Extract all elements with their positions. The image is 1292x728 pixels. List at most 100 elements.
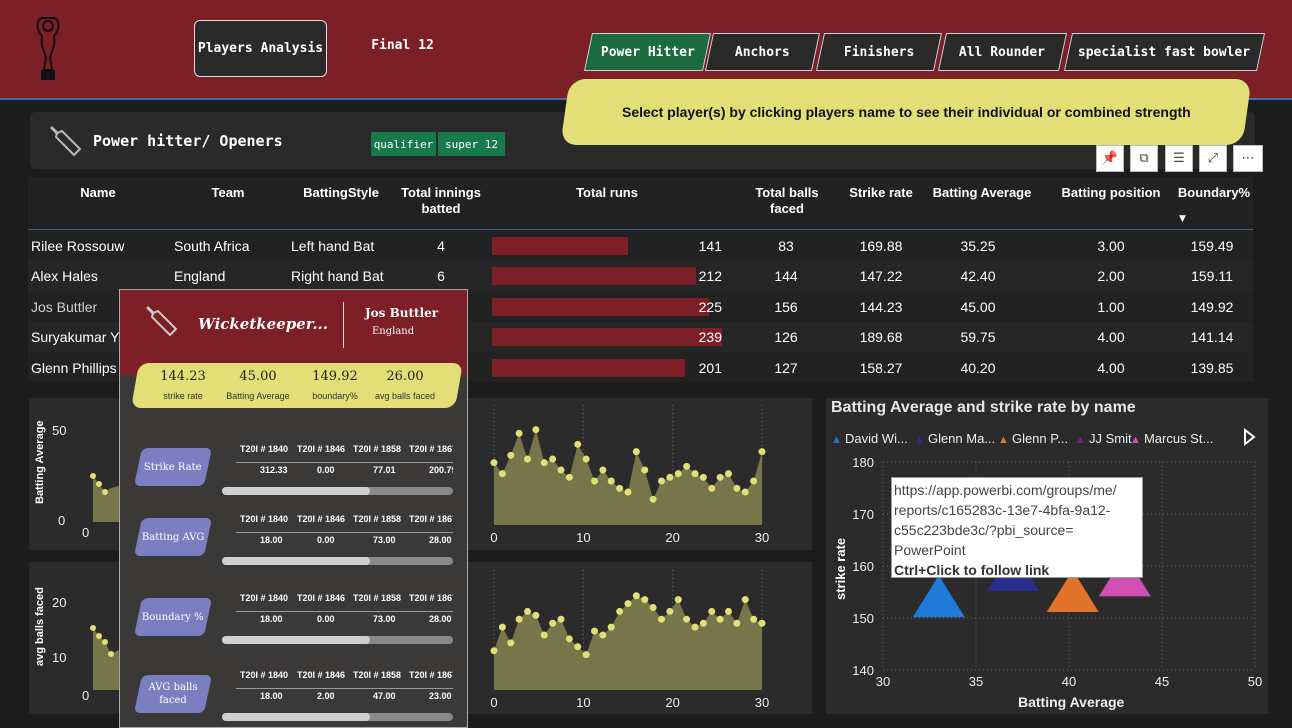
chip-qualifier[interactable]: qualifier bbox=[371, 132, 436, 156]
match-header: T20I # 1858 bbox=[353, 670, 402, 680]
player-name-cell[interactable]: Glenn Phillips bbox=[31, 360, 117, 376]
player-name-cell[interactable]: Jos Buttler bbox=[31, 299, 97, 315]
x-tick: 0 bbox=[82, 525, 90, 540]
match-header: T20I # 1867 bbox=[409, 670, 453, 680]
col-header-innings[interactable]: Total innings batted bbox=[398, 185, 484, 217]
data-point bbox=[691, 470, 699, 478]
avg-balls-faced-axis-label: avg balls faced bbox=[34, 587, 46, 666]
col-header-batting-position[interactable]: Batting position bbox=[1058, 185, 1164, 201]
left-top-sparkline bbox=[90, 473, 119, 522]
legend-item[interactable]: ▲ Glenn Ma... bbox=[914, 431, 995, 446]
tab-anchors[interactable]: Anchors bbox=[704, 33, 821, 71]
col-header-name[interactable]: Name bbox=[58, 185, 138, 201]
copy-icon[interactable]: ⧉ bbox=[1130, 145, 1158, 172]
col-header-batting-average[interactable]: Batting Average bbox=[927, 185, 1037, 201]
runs-bar bbox=[492, 267, 696, 285]
chip-super-12[interactable]: super 12 bbox=[438, 132, 505, 156]
batting-position-cell: 3.00 bbox=[1097, 238, 1125, 254]
y-tick: 160 bbox=[852, 559, 874, 574]
data-point bbox=[498, 623, 506, 631]
tab-specialist-fast-bowler[interactable]: specialist fast bowler bbox=[1063, 33, 1266, 71]
x-tick: 45 bbox=[1155, 674, 1169, 689]
pin-icon[interactable]: 📌 bbox=[1096, 145, 1124, 172]
match-header: T20I # 1846 bbox=[297, 514, 346, 524]
scrollbar-thumb[interactable] bbox=[222, 557, 370, 565]
innings-cell: 4 bbox=[437, 238, 445, 254]
players-analysis-button[interactable]: Players Analysis bbox=[194, 20, 327, 77]
data-point bbox=[599, 631, 607, 639]
x-tick: 50 bbox=[1248, 674, 1262, 689]
more-options-icon[interactable]: ⋯ bbox=[1233, 145, 1263, 172]
match-value: 18.00 bbox=[260, 614, 283, 624]
tab-all-rounder[interactable]: All Rounder bbox=[937, 33, 1068, 71]
metric-label: Batting AVG bbox=[141, 531, 205, 543]
data-point bbox=[515, 615, 523, 623]
legend-marker-icon: ▲ bbox=[1075, 434, 1089, 446]
horizontal-scrollbar[interactable] bbox=[222, 713, 453, 721]
legend-item[interactable]: ▲ David Wi... bbox=[831, 431, 908, 446]
data-point bbox=[725, 470, 732, 478]
col-header-total-runs[interactable]: Total runs bbox=[562, 185, 652, 201]
data-point bbox=[524, 455, 531, 463]
col-header-strike-rate[interactable]: Strike rate bbox=[846, 185, 916, 201]
stat-label: avg balls faced bbox=[374, 391, 436, 401]
final-12-button[interactable]: Final 12 bbox=[360, 38, 445, 60]
data-point bbox=[498, 470, 506, 478]
legend-item[interactable]: ▲ Glenn P... bbox=[998, 431, 1068, 446]
x-tick: 0 bbox=[490, 695, 497, 710]
data-point bbox=[750, 477, 758, 485]
legend-next-icon[interactable] bbox=[1242, 428, 1256, 446]
data-point bbox=[607, 477, 615, 485]
player-name-cell[interactable]: Alex Hales bbox=[31, 268, 98, 284]
hint-text: Select player(s) by clicking players nam… bbox=[621, 104, 1191, 120]
data-point bbox=[574, 440, 582, 448]
batting-position-cell: 2.00 bbox=[1097, 268, 1125, 284]
data-point bbox=[565, 473, 573, 481]
y-tick: 140 bbox=[852, 663, 874, 678]
batting-average-cell: 59.75 bbox=[960, 329, 996, 345]
legend-item[interactable]: ▲ Marcus St... bbox=[1130, 431, 1213, 446]
horizontal-scrollbar[interactable] bbox=[222, 487, 453, 495]
scrollbar-thumb[interactable] bbox=[222, 713, 370, 721]
batting-average-cell: 35.25 bbox=[960, 238, 996, 254]
data-point bbox=[758, 619, 766, 627]
scrollbar-thumb[interactable] bbox=[222, 487, 370, 495]
table-row[interactable]: 141 Rilee Rossouw South Africa Left hand Ba… bbox=[28, 231, 1253, 261]
legend-marker-icon: ▲ bbox=[1130, 434, 1144, 446]
col-header-team[interactable]: Team bbox=[193, 185, 263, 201]
col-header-boundary[interactable]: Boundary% bbox=[1177, 185, 1251, 201]
tooltip-line: https://app.powerbi.com/groups/me/ bbox=[894, 482, 1117, 498]
col-header-batting-style[interactable]: BattingStyle bbox=[296, 185, 386, 201]
mid-bottom-area-chart: 0 10 20 30 bbox=[490, 570, 769, 710]
legend-item[interactable]: ▲ JJ Smit bbox=[1075, 431, 1132, 446]
balls-faced-cell: 126 bbox=[774, 329, 798, 345]
filter-icon[interactable]: ☰ bbox=[1165, 145, 1193, 172]
match-value: 47.00 bbox=[373, 691, 396, 701]
data-point bbox=[557, 615, 565, 623]
player-name-cell[interactable]: Rilee Rossouw bbox=[31, 238, 124, 254]
stat-label: boundary% bbox=[312, 391, 358, 401]
scrollbar-thumb[interactable] bbox=[222, 636, 370, 644]
x-tick: 10 bbox=[576, 695, 590, 710]
tab-finishers[interactable]: Finishers bbox=[815, 33, 943, 71]
sort-descending-icon[interactable]: ▼ bbox=[1179, 214, 1186, 224]
data-point bbox=[632, 448, 640, 456]
match-value: 0.00 bbox=[317, 614, 335, 624]
player-name-cell[interactable]: Suryakumar Ya bbox=[31, 329, 126, 345]
focus-mode-icon[interactable]: ⤢ bbox=[1199, 145, 1227, 172]
x-tick: 30 bbox=[755, 530, 769, 545]
tooltip-line: c55c223bde3c/?pbi_source= bbox=[894, 522, 1074, 538]
data-point bbox=[708, 607, 716, 615]
tab-power-hitter[interactable]: Power Hitter bbox=[583, 33, 712, 71]
col-header-balls-faced[interactable]: Total balls faced bbox=[737, 185, 837, 217]
data-point bbox=[532, 426, 540, 434]
horizontal-scrollbar[interactable] bbox=[222, 636, 453, 644]
stat-label: strike rate bbox=[163, 391, 203, 401]
horizontal-scrollbar[interactable] bbox=[222, 557, 453, 565]
boundary-cell: 139.85 bbox=[1190, 360, 1234, 376]
data-point bbox=[102, 639, 108, 645]
stat-value: 26.00 bbox=[386, 369, 424, 384]
table-row[interactable]: 212 Alex Hales England Right hand Bat 6 144 14… bbox=[28, 261, 1253, 291]
match-header: T20I # 1846 bbox=[297, 593, 346, 603]
legend-label: Glenn P... bbox=[1011, 431, 1069, 446]
